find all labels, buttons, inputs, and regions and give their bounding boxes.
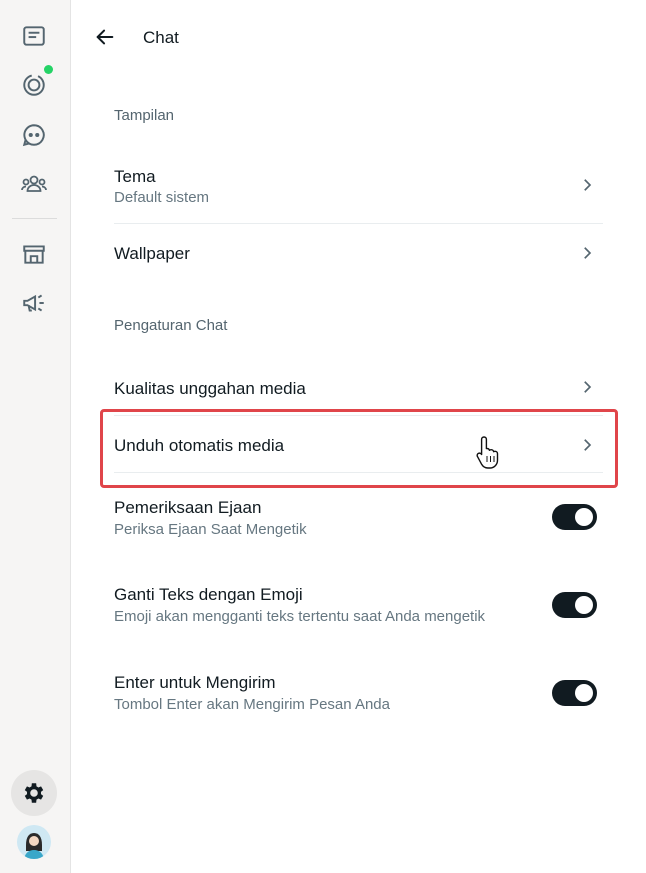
- communities-button[interactable]: [11, 161, 57, 207]
- chevron-right-icon: [584, 179, 592, 191]
- row-title: Wallpaper: [114, 244, 190, 263]
- chevron-right-icon: [584, 381, 592, 393]
- row-title: Pemeriksaan Ejaan: [114, 498, 262, 517]
- section-label-pengaturan-chat: Pengaturan Chat: [114, 317, 228, 334]
- arrow-left-icon: [96, 29, 114, 45]
- setting-row-pemeriksaan-ejaan: Pemeriksaan Ejaan Periksa Ejaan Saat Men…: [100, 486, 616, 556]
- back-button[interactable]: [92, 24, 118, 50]
- advertise-icon: [23, 294, 44, 312]
- spell-check-toggle[interactable]: [552, 504, 597, 530]
- status-icon: [23, 74, 45, 96]
- setting-row-tema[interactable]: Tema Default sistem: [100, 150, 616, 222]
- enter-to-send-toggle[interactable]: [552, 680, 597, 706]
- rail-divider: [12, 218, 57, 219]
- hand-pointer-cursor-icon: [476, 436, 499, 469]
- chevron-right-icon: [584, 247, 592, 259]
- profile-avatar[interactable]: [17, 825, 51, 859]
- channels-icon: [22, 124, 45, 147]
- emoji-replace-toggle[interactable]: [552, 592, 597, 618]
- row-subtitle: Periksa Ejaan Saat Mengetik: [114, 521, 307, 538]
- business-tools-button[interactable]: [11, 231, 57, 277]
- setting-row-wallpaper[interactable]: Wallpaper: [100, 224, 616, 282]
- channels-button[interactable]: [11, 112, 57, 158]
- row-title: Enter untuk Mengirim: [114, 673, 276, 692]
- settings-icon: [24, 783, 44, 803]
- setting-row-ganti-teks-emoji: Ganti Teks dengan Emoji Emoji akan mengg…: [100, 573, 616, 643]
- row-subtitle: Tombol Enter akan Mengirim Pesan Anda: [114, 696, 390, 713]
- row-subtitle: Default sistem: [114, 189, 210, 206]
- row-title: Ganti Teks dengan Emoji: [114, 585, 303, 604]
- settings-button[interactable]: [11, 770, 57, 816]
- unread-status-dot: [44, 65, 53, 74]
- navigation-rail: [0, 0, 71, 873]
- setting-row-enter-untuk-mengirim: Enter untuk Mengirim Tombol Enter akan M…: [100, 661, 616, 731]
- advertise-button[interactable]: [11, 280, 57, 326]
- status-button[interactable]: [11, 62, 57, 108]
- chats-icon: [23, 26, 45, 46]
- highlight-box: [100, 409, 618, 488]
- business-tools-icon: [23, 245, 45, 264]
- row-title: Kualitas unggahan media: [114, 379, 306, 398]
- section-label-tampilan: Tampilan: [114, 107, 175, 124]
- toggle-knob: [575, 684, 593, 702]
- setting-row-kualitas-unggahan-media[interactable]: Kualitas unggahan media: [100, 358, 616, 414]
- toggle-knob: [575, 596, 593, 614]
- settings-header: Chat: [70, 0, 646, 74]
- toggle-knob: [575, 508, 593, 526]
- avatar-icon: [17, 825, 51, 859]
- communities-icon: [21, 175, 47, 192]
- chats-button[interactable]: [11, 13, 57, 59]
- row-title: Tema: [114, 167, 156, 186]
- row-subtitle: Emoji akan mengganti teks tertentu saat …: [114, 608, 486, 625]
- page-title: Chat: [143, 28, 179, 47]
